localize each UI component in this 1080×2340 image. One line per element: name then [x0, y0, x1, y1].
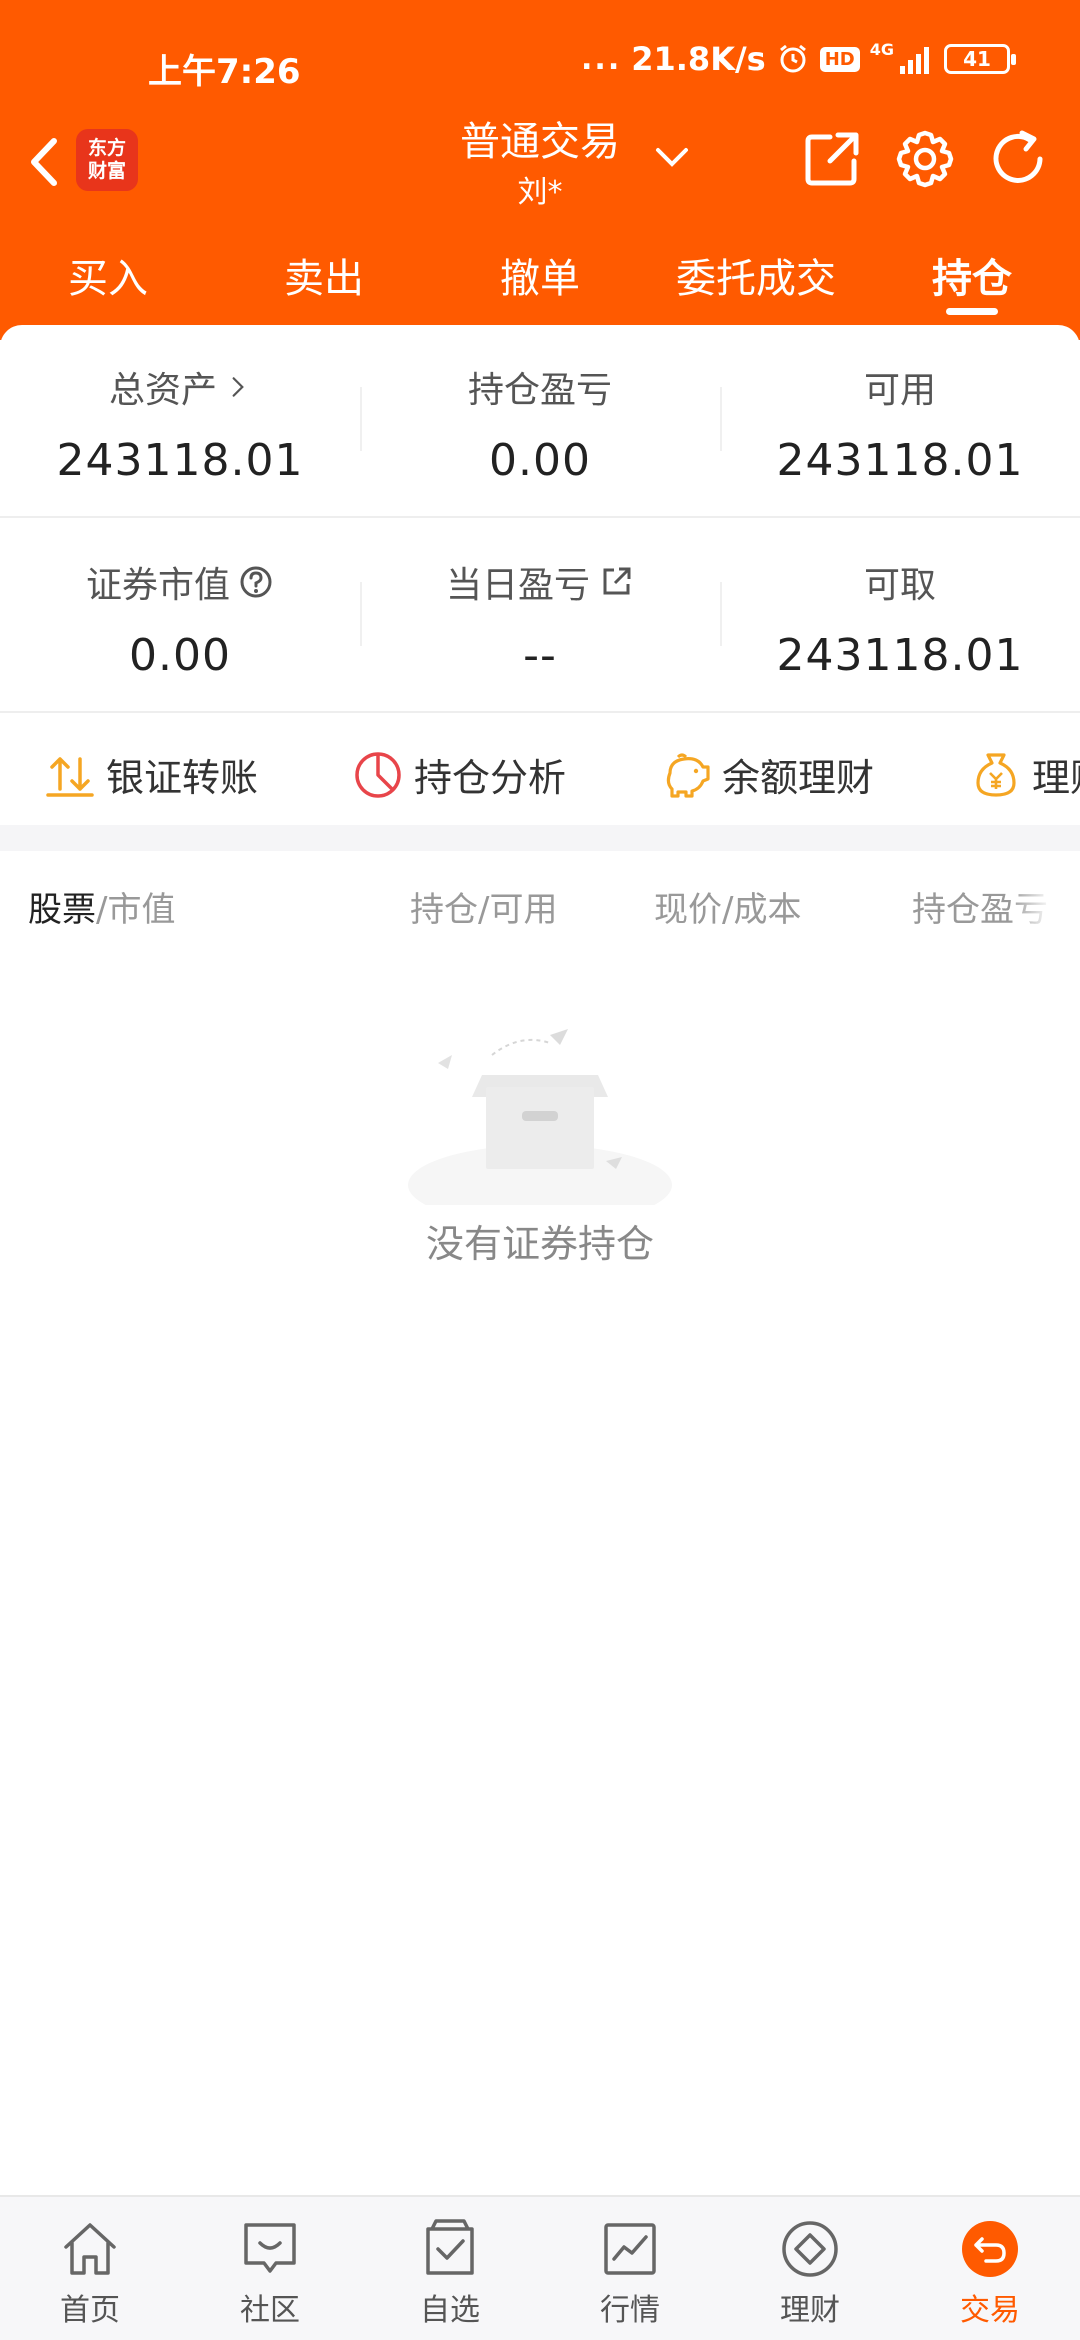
bottom-nav-label: 理财	[780, 2293, 840, 2328]
top-nav: 东方 财富 普通交易 刘*	[0, 105, 1080, 215]
quick-action-label: 持仓分析	[414, 756, 567, 800]
trade-tabs: 买入 卖出 撤单 委托成交 持仓	[0, 240, 1080, 320]
quick-action-label: 余额理财	[722, 756, 875, 800]
status-dots: ...	[581, 41, 622, 77]
piggy-bank-icon	[666, 753, 710, 798]
home-icon	[64, 2223, 116, 2275]
signal-icon	[900, 47, 929, 74]
chevron-down-icon[interactable]	[652, 137, 692, 177]
help-icon[interactable]	[238, 564, 274, 600]
money-bag-icon	[976, 752, 1016, 797]
pie-chart-icon	[355, 751, 401, 798]
market-value-label: 证券市值	[85, 565, 230, 606]
bottom-nav-trade[interactable]: 交易	[900, 2197, 1080, 2340]
watchlist-icon	[426, 2219, 474, 2275]
withdrawable-value: 243118.01	[776, 630, 1024, 681]
tab-cancel-order[interactable]: 撤单	[432, 240, 648, 320]
available-value: 243118.01	[776, 435, 1024, 486]
summary-row-1: 总资产 243118.01 持仓盈亏 0.00 可用 243118.01	[0, 325, 1080, 518]
account-name[interactable]: 刘*	[430, 167, 650, 211]
status-bar: 上午7:26 ... 21.8K/s HD 4G 41	[0, 30, 1080, 92]
position-pnl-value: 0.00	[489, 435, 591, 486]
daily-pnl-value: --	[523, 630, 557, 681]
column-hold-available[interactable]: 持仓/可用	[410, 882, 557, 931]
bottom-nav-watchlist[interactable]: 自选	[360, 2197, 540, 2340]
tab-positions[interactable]: 持仓	[864, 240, 1080, 320]
total-assets-label: 总资产	[108, 370, 217, 411]
column-stock[interactable]: 股票/市值	[28, 882, 175, 931]
positions-list-header: 股票/市值 持仓/可用 现价/成本 持仓盈亏	[0, 870, 1080, 950]
gear-icon[interactable]	[893, 127, 957, 191]
external-link-icon[interactable]	[598, 564, 634, 600]
bottom-nav-market[interactable]: 行情	[540, 2197, 720, 2340]
status-indicators: ... 21.8K/s HD 4G 41	[581, 40, 1016, 78]
column-market-value-label: /市值	[96, 890, 176, 930]
bottom-nav-label: 社区	[240, 2293, 300, 2328]
market-value-value: 0.00	[129, 630, 231, 681]
column-price-cost[interactable]: 现价/成本	[654, 882, 801, 931]
brand-logo: 东方 财富	[76, 129, 138, 191]
quick-action-balance-wealth[interactable]: 余额理财	[660, 747, 874, 802]
available-label: 可用	[863, 370, 936, 411]
available-cell: 可用 243118.01	[720, 325, 1080, 516]
refresh-icon[interactable]	[986, 127, 1050, 191]
summary-row-2: 证券市值 0.00 当日盈亏 -- 可取 243118.01	[0, 520, 1080, 713]
quick-action-label: 银证转账	[106, 756, 259, 800]
net-speed: 21.8K/s	[631, 40, 766, 78]
app-header: 上午7:26 ... 21.8K/s HD 4G 41 东方 财富 普通交易 刘…	[0, 0, 1080, 340]
daily-pnl-cell[interactable]: 当日盈亏 --	[360, 520, 720, 711]
share-icon[interactable]	[800, 127, 864, 191]
logo-text-top: 东方	[87, 137, 126, 159]
quick-action-transfer[interactable]: 银证转账	[44, 747, 258, 802]
back-arrow-icon[interactable]	[18, 127, 68, 197]
tab-sell[interactable]: 卖出	[216, 240, 432, 320]
withdrawable-label: 可取	[863, 565, 936, 606]
quick-action-label: 理财	[1032, 756, 1080, 800]
position-pnl-label: 持仓盈亏	[467, 370, 612, 411]
bottom-nav-label: 首页	[60, 2293, 120, 2328]
battery-icon: 41	[944, 44, 1016, 74]
network-label: 4G	[869, 40, 894, 59]
transfer-icon	[46, 756, 94, 797]
bottom-nav-label: 交易	[960, 2293, 1020, 2328]
hd-badge: HD	[819, 46, 860, 72]
bottom-nav: 首页 社区 自选 行情 理财 交易	[0, 2195, 1080, 2340]
total-assets-cell[interactable]: 总资产 243118.01	[0, 325, 360, 516]
section-divider	[0, 825, 1080, 851]
bottom-nav-wealth[interactable]: 理财	[720, 2197, 900, 2340]
tab-buy[interactable]: 买入	[0, 240, 216, 320]
wealth-icon	[782, 2221, 838, 2277]
market-icon	[604, 2223, 656, 2275]
community-icon	[244, 2223, 296, 2273]
column-stock-label: 股票	[28, 890, 96, 930]
tab-orders-trades[interactable]: 委托成交	[648, 240, 864, 320]
bottom-nav-community[interactable]: 社区	[180, 2197, 360, 2340]
status-time: 上午7:26	[148, 52, 301, 92]
position-pnl-cell: 持仓盈亏 0.00	[360, 325, 720, 516]
bottom-nav-home[interactable]: 首页	[0, 2197, 180, 2340]
quick-action-wealth[interactable]: 理财	[970, 747, 1080, 802]
quick-action-analysis[interactable]: 持仓分析	[352, 747, 566, 802]
withdrawable-cell: 可取 243118.01	[720, 520, 1080, 711]
empty-state-text: 没有证券持仓	[425, 1222, 654, 1266]
market-value-cell: 证券市值 0.00	[0, 520, 360, 711]
alarm-icon	[779, 44, 806, 73]
total-assets-value: 243118.01	[56, 435, 304, 486]
positions-panel: 总资产 243118.01 持仓盈亏 0.00 可用 243118.01 证券市…	[0, 325, 1080, 2195]
logo-text-bottom: 财富	[87, 160, 126, 182]
column-position-pnl[interactable]: 持仓盈亏	[912, 882, 1052, 931]
quick-actions-bar: 银证转账 持仓分析 余额理财 理财	[0, 717, 1080, 827]
trade-icon	[962, 2221, 1018, 2277]
daily-pnl-label: 当日盈亏	[445, 565, 590, 606]
chevron-right-icon	[232, 377, 244, 397]
bottom-nav-label: 行情	[600, 2293, 660, 2328]
page-title[interactable]: 普通交易	[430, 109, 650, 167]
bottom-nav-label: 自选	[420, 2293, 480, 2328]
empty-box-illustration	[408, 1029, 672, 1205]
